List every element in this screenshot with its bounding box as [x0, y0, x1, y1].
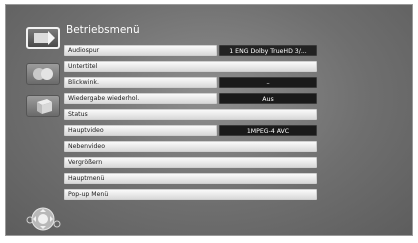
audio-icon: [33, 68, 53, 80]
blickwinkel-value[interactable]: –: [219, 77, 317, 88]
dpad-navigation-icon: [26, 207, 61, 231]
side-tab-play[interactable]: [26, 27, 60, 49]
side-tab-settings[interactable]: [26, 95, 60, 117]
menu-item-blickwinkel[interactable]: Blickwink.: [64, 77, 217, 88]
box-settings-icon: [37, 99, 52, 114]
play-disc-icon: [34, 31, 55, 45]
menu-item-popup-menue[interactable]: Pop-up Menü: [64, 189, 317, 200]
side-tab-audio[interactable]: [26, 63, 60, 85]
menu-title: Betriebsmenü: [66, 24, 140, 36]
menu-item-wiedergabe-wiederhol[interactable]: Wiedergabe wiederhol.: [64, 93, 217, 104]
menu-item-vergroessern[interactable]: Vergrößern: [64, 157, 317, 168]
menu-item-untertitel[interactable]: Untertitel: [64, 61, 317, 72]
hauptvideo-value[interactable]: 1MPEG-4 AVC: [219, 125, 317, 136]
menu-item-hauptmenue[interactable]: Hauptmenü: [64, 173, 317, 184]
menu-item-hauptvideo[interactable]: Hauptvideo: [64, 125, 217, 136]
screen: Betriebsmenü Audiospur 1 ENG Dolby TrueH…: [5, 4, 413, 236]
wiedergabe-wiederhol-value[interactable]: Aus: [219, 93, 317, 104]
audiospur-value[interactable]: 1 ENG Dolby TrueHD 3/...: [219, 45, 317, 56]
menu-item-nebenvideo[interactable]: Nebenvideo: [64, 141, 317, 152]
menu-item-audiospur[interactable]: Audiospur: [64, 45, 217, 56]
menu-item-status[interactable]: Status: [64, 109, 317, 120]
